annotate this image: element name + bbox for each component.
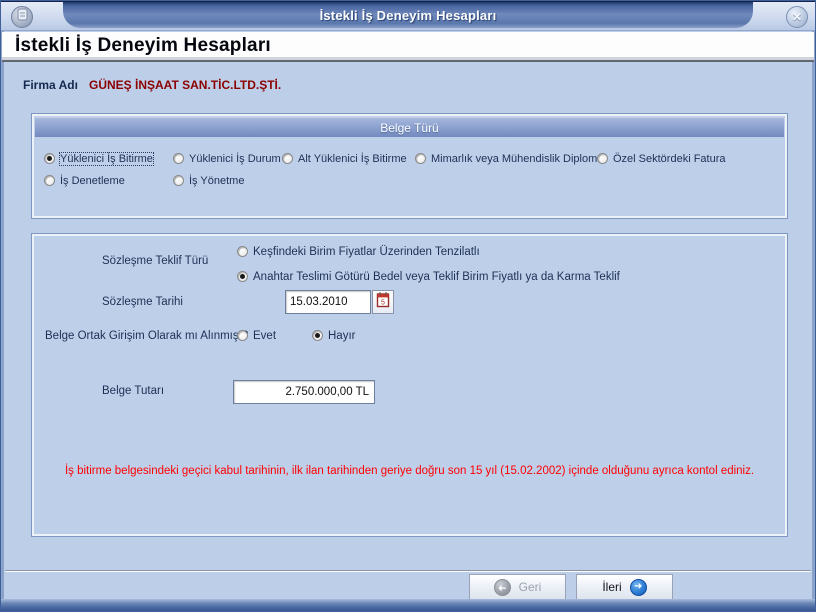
radio-icon[interactable]: [44, 175, 55, 186]
radio-icon[interactable]: [44, 153, 55, 164]
radio-label: Keşfindeki Birim Fiyatlar Üzerinden Tenz…: [253, 246, 480, 258]
window-title: İstekli İş Deneyim Hesapları: [320, 8, 497, 23]
firma-row: Firma Adı GÜNEŞ İNŞAAT SAN.TİC.LTD.ŞTİ.: [1, 64, 815, 104]
radio-kesfindeki-birim-fiyatlar[interactable]: Keşfindeki Birim Fiyatlar Üzerinden Tenz…: [237, 244, 480, 259]
app-window: İstekli İş Deneyim Hesapları ✕ İstekli İ…: [0, 0, 816, 612]
system-menu-button[interactable]: [11, 6, 33, 28]
close-icon: ✕: [792, 10, 802, 24]
radio-icon[interactable]: [237, 271, 248, 282]
radio-icon[interactable]: [312, 330, 323, 341]
radio-label: Mimarlık veya Mühendislik Diploma: [431, 153, 603, 165]
next-arrow-icon: ➜: [630, 579, 647, 596]
radio-label: Evet: [253, 330, 276, 342]
ileri-button[interactable]: İleri ➜: [576, 574, 673, 600]
belge-turu-header: Belge Türü: [35, 117, 784, 137]
radio-alt-yuklenici-is-bitirme[interactable]: Alt Yüklenici İş Bitirme: [282, 151, 407, 166]
radio-evet[interactable]: Evet: [237, 328, 276, 343]
radio-yuklenici-is-durum[interactable]: Yüklenici İş Durum: [173, 151, 281, 166]
geri-button[interactable]: ➜ Geri: [469, 574, 566, 600]
radio-icon[interactable]: [173, 175, 184, 186]
sozlesme-tarihi-input[interactable]: [285, 290, 371, 314]
page-header: İstekli İş Deneyim Hesapları: [2, 32, 814, 62]
warning-message: İş bitirme belgesindeki geçici kabul tar…: [42, 465, 777, 477]
form-group: Sözleşme Teklif Türü Keşfindeki Birim Fi…: [31, 233, 788, 537]
geri-button-label: Geri: [519, 580, 542, 594]
titlebar: İstekli İş Deneyim Hesapları ✕: [1, 1, 815, 31]
radio-label: İş Denetleme: [60, 175, 125, 187]
belge-tutari-label: Belge Tutarı: [102, 385, 164, 397]
radio-label: Yüklenici İş Bitirme: [60, 153, 153, 165]
radio-icon[interactable]: [597, 153, 608, 164]
firma-adi-value: GÜNEŞ İNŞAAT SAN.TİC.LTD.ŞTİ.: [89, 78, 281, 92]
radio-label: Alt Yüklenici İş Bitirme: [298, 153, 407, 165]
radio-is-yonetme[interactable]: İş Yönetme: [173, 173, 244, 188]
radio-ozel-sektordeki-fatura[interactable]: Özel Sektördeki Fatura: [597, 151, 726, 166]
radio-label: Yüklenici İş Durum: [189, 153, 281, 165]
radio-label: İş Yönetme: [189, 175, 244, 187]
radio-anahtar-teslimi[interactable]: Anahtar Teslimi Götürü Bedel veya Teklif…: [237, 269, 620, 284]
radio-label: Özel Sektördeki Fatura: [613, 153, 726, 165]
belge-tutari-input[interactable]: [233, 380, 375, 404]
back-arrow-icon: ➜: [494, 579, 511, 596]
radio-is-denetleme[interactable]: İş Denetleme: [44, 173, 125, 188]
window-bottom-edge: [1, 599, 815, 611]
titlebar-band: İstekli İş Deneyim Hesapları: [63, 2, 753, 29]
radio-yuklenici-is-bitirme[interactable]: Yüklenici İş Bitirme: [44, 151, 153, 166]
radio-mimarlik-diploma[interactable]: Mimarlık veya Mühendislik Diploma: [415, 151, 603, 166]
radio-label: Hayır: [328, 330, 355, 342]
belge-turu-title: Belge Türü: [380, 121, 438, 135]
sozlesme-tarihi-label: Sözleşme Tarihi: [102, 296, 183, 308]
footer-separator: [5, 570, 811, 572]
radio-icon[interactable]: [237, 330, 248, 341]
radio-icon[interactable]: [282, 153, 293, 164]
calendar-button[interactable]: 5: [372, 290, 394, 314]
close-button[interactable]: ✕: [786, 6, 808, 28]
sozlesme-teklif-turu-label: Sözleşme Teklif Türü: [102, 255, 208, 267]
radio-icon[interactable]: [237, 246, 248, 257]
belge-turu-group: Belge Türü Yüklenici İş Bitirme Yüklenic…: [31, 113, 788, 219]
ileri-button-label: İleri: [602, 580, 621, 594]
ortak-girisim-label: Belge Ortak Girişim Olarak mı Alınmış ?: [45, 330, 248, 342]
calendar-icon: 5: [376, 291, 390, 313]
radio-icon[interactable]: [415, 153, 426, 164]
svg-text:5: 5: [381, 300, 385, 307]
page-title: İstekli İş Deneyim Hesapları: [15, 35, 271, 57]
radio-hayir[interactable]: Hayır: [312, 328, 355, 343]
system-menu-icon: [17, 8, 28, 26]
sozlesme-tarihi-field: 5: [285, 290, 394, 314]
firma-adi-label: Firma Adı: [23, 78, 78, 92]
radio-icon[interactable]: [173, 153, 184, 164]
radio-label: Anahtar Teslimi Götürü Bedel veya Teklif…: [253, 271, 620, 283]
